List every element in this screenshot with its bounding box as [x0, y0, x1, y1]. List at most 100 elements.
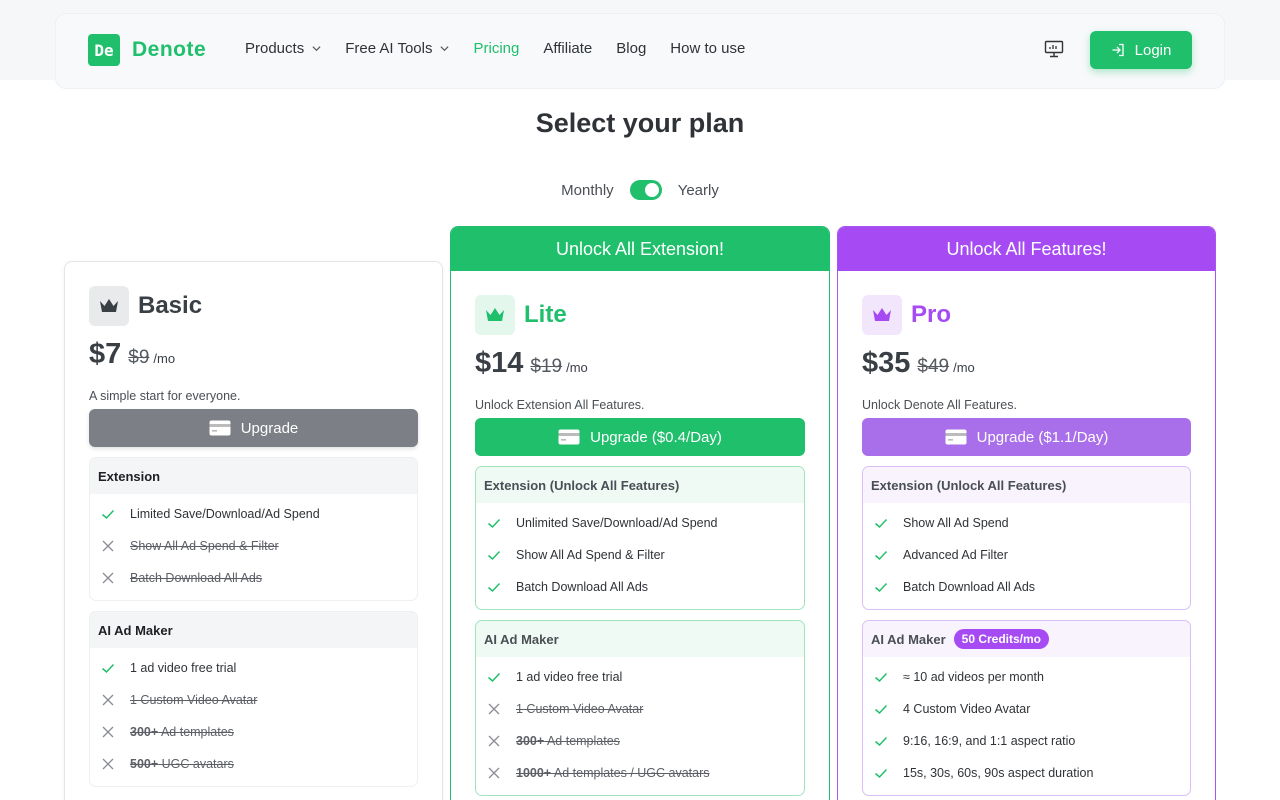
feature-item: 9:16, 16:9, and 1:1 aspect ratio — [863, 725, 1190, 757]
feature-item: 1 ad video free trial — [90, 652, 417, 684]
check-icon — [488, 672, 501, 683]
feature-text: 15s, 30s, 60s, 90s aspect duration — [903, 766, 1093, 780]
feature-label: Limited Save/Download/Ad Spend — [130, 507, 320, 521]
plan-price: $35 — [862, 347, 911, 379]
plan-name: Lite — [524, 301, 567, 328]
crown-icon — [100, 299, 118, 312]
login-button[interactable]: Login — [1090, 31, 1192, 69]
nav-free-ai-tools[interactable]: Free AI Tools — [345, 40, 449, 57]
x-icon — [102, 758, 114, 770]
plan-price: $14 — [475, 347, 524, 379]
check-icon — [875, 736, 888, 747]
check-icon — [102, 509, 115, 520]
billing-toggle[interactable] — [629, 180, 662, 200]
credits-badge: 50 Credits/mo — [953, 629, 1050, 649]
logo[interactable]: De Denote — [88, 34, 206, 66]
plan-body: Pro $35 $49 /mo Unlock Denote All Featur… — [838, 271, 1215, 796]
chevron-down-icon — [312, 46, 321, 52]
feature-section: Extension Limited Save/Download/Ad Spend S… — [89, 457, 418, 601]
check-icon — [875, 582, 888, 593]
toggle-knob — [644, 183, 659, 197]
feature-label: Ad templates — [546, 734, 620, 748]
feature-label: Advanced Ad Filter — [903, 548, 1008, 562]
section-title-text: Extension (Unlock All Features) — [484, 477, 680, 493]
feature-item: Limited Save/Download/Ad Spend — [90, 498, 417, 530]
nav-free-ai-tools-label: Free AI Tools — [345, 40, 433, 57]
section-title-text: AI Ad Maker — [98, 622, 173, 638]
feature-item: 1000+ Ad templates / UGC avatars — [476, 757, 804, 789]
plan-old-price: $49 — [917, 356, 950, 377]
feature-text: Show All Ad Spend & Filter — [516, 548, 665, 562]
feature-section: AI Ad Maker 50 Credits/mo ≈ 10 ad videos p… — [862, 620, 1191, 796]
check-icon — [102, 663, 115, 674]
plan-description: Unlock Extension All Features. — [475, 398, 645, 412]
x-icon — [102, 540, 114, 552]
feature-label: 1 ad video free trial — [516, 670, 623, 684]
monitor-icon[interactable] — [1044, 40, 1064, 58]
chevron-down-icon — [440, 46, 449, 52]
feature-section-title: AI Ad Maker 50 Credits/mo — [863, 621, 1190, 657]
nav-pricing[interactable]: Pricing — [473, 40, 519, 57]
feature-list: ≈ 10 ad videos per month 4 Custom Video A… — [863, 657, 1190, 795]
feature-label: UGC avatars — [161, 757, 234, 771]
credit-card-icon — [945, 429, 967, 445]
feature-label: Batch Download All Ads — [516, 580, 649, 594]
feature-item: 15s, 30s, 60s, 90s aspect duration — [863, 757, 1190, 789]
feature-count: 300+ — [516, 734, 545, 748]
plan-old-price: $9 — [128, 347, 150, 368]
plan-body: Lite $14 $19 /mo Unlock Extension All Fe… — [451, 271, 829, 796]
billing-toggle-row: Monthly Yearly — [0, 180, 1280, 200]
feature-section: Extension (Unlock All Features) Unlimited… — [475, 466, 805, 610]
plan-description: A simple start for everyone. — [89, 389, 241, 403]
monthly-label[interactable]: Monthly — [561, 182, 614, 199]
feature-text: 4 Custom Video Avatar — [903, 702, 1030, 716]
feature-item: Advanced Ad Filter — [863, 539, 1190, 571]
upgrade-button[interactable]: Upgrade — [89, 409, 418, 447]
plan-banner: Unlock All Extension! — [451, 227, 829, 271]
login-icon — [1112, 43, 1124, 57]
feature-list: Show All Ad Spend Advanced Ad Filter Batch… — [863, 503, 1190, 609]
feature-label: Ad templates / UGC avatars — [553, 766, 710, 780]
feature-item: 1 Custom Video Avatar — [90, 684, 417, 716]
login-label: Login — [1134, 41, 1172, 59]
feature-section-title: AI Ad Maker — [476, 621, 804, 657]
feature-text: 1000+ Ad templates / UGC avatars — [516, 766, 710, 780]
feature-item: 300+ Ad templates — [90, 716, 417, 748]
price-row: $35 $49 /mo — [862, 347, 1191, 380]
credit-card-icon — [209, 420, 231, 436]
feature-count: 300+ — [130, 725, 159, 739]
plan-card-lite: Unlock All Extension! Lite $14 $19 /mo U… — [450, 226, 830, 800]
upgrade-button[interactable]: Upgrade ($0.4/Day) — [475, 418, 805, 456]
x-icon — [102, 694, 114, 706]
price-row: $7 $9 /mo — [89, 338, 418, 371]
feature-label: Ad templates — [160, 725, 234, 739]
feature-text: ≈ 10 ad videos per month — [903, 670, 1044, 684]
feature-item: Show All Ad Spend & Filter — [476, 539, 804, 571]
check-icon — [488, 582, 501, 593]
nav-affiliate[interactable]: Affiliate — [543, 40, 592, 57]
feature-section-title: AI Ad Maker — [90, 612, 417, 648]
feature-text: Batch Download All Ads — [516, 580, 648, 594]
check-icon — [875, 672, 888, 683]
feature-text: 300+ Ad templates — [516, 734, 620, 748]
yearly-label[interactable]: Yearly — [678, 182, 719, 199]
crown-icon — [486, 308, 504, 321]
feature-label: 15s, 30s, 60s, 90s aspect duration — [903, 766, 1094, 780]
feature-text: Batch Download All Ads — [130, 571, 262, 585]
section-title-text: Extension — [98, 468, 161, 484]
x-icon — [488, 703, 500, 715]
feature-section: Extension (Unlock All Features) Show All … — [862, 466, 1191, 610]
x-icon — [488, 767, 500, 779]
feature-section-title: Extension (Unlock All Features) — [476, 467, 804, 503]
nav-products[interactable]: Products — [245, 40, 321, 57]
nav-blog[interactable]: Blog — [616, 40, 646, 57]
feature-section-title: Extension (Unlock All Features) — [863, 467, 1190, 503]
upgrade-button[interactable]: Upgrade ($1.1/Day) — [862, 418, 1191, 456]
x-icon — [102, 726, 114, 738]
nav-how-to-use[interactable]: How to use — [670, 40, 745, 57]
feature-label: Batch Download All Ads — [903, 580, 1036, 594]
upgrade-label: Upgrade ($1.1/Day) — [976, 428, 1109, 446]
crown-icon — [873, 308, 891, 321]
feature-text: Advanced Ad Filter — [903, 548, 1008, 562]
feature-label: Show All Ad Spend & Filter — [130, 539, 279, 553]
